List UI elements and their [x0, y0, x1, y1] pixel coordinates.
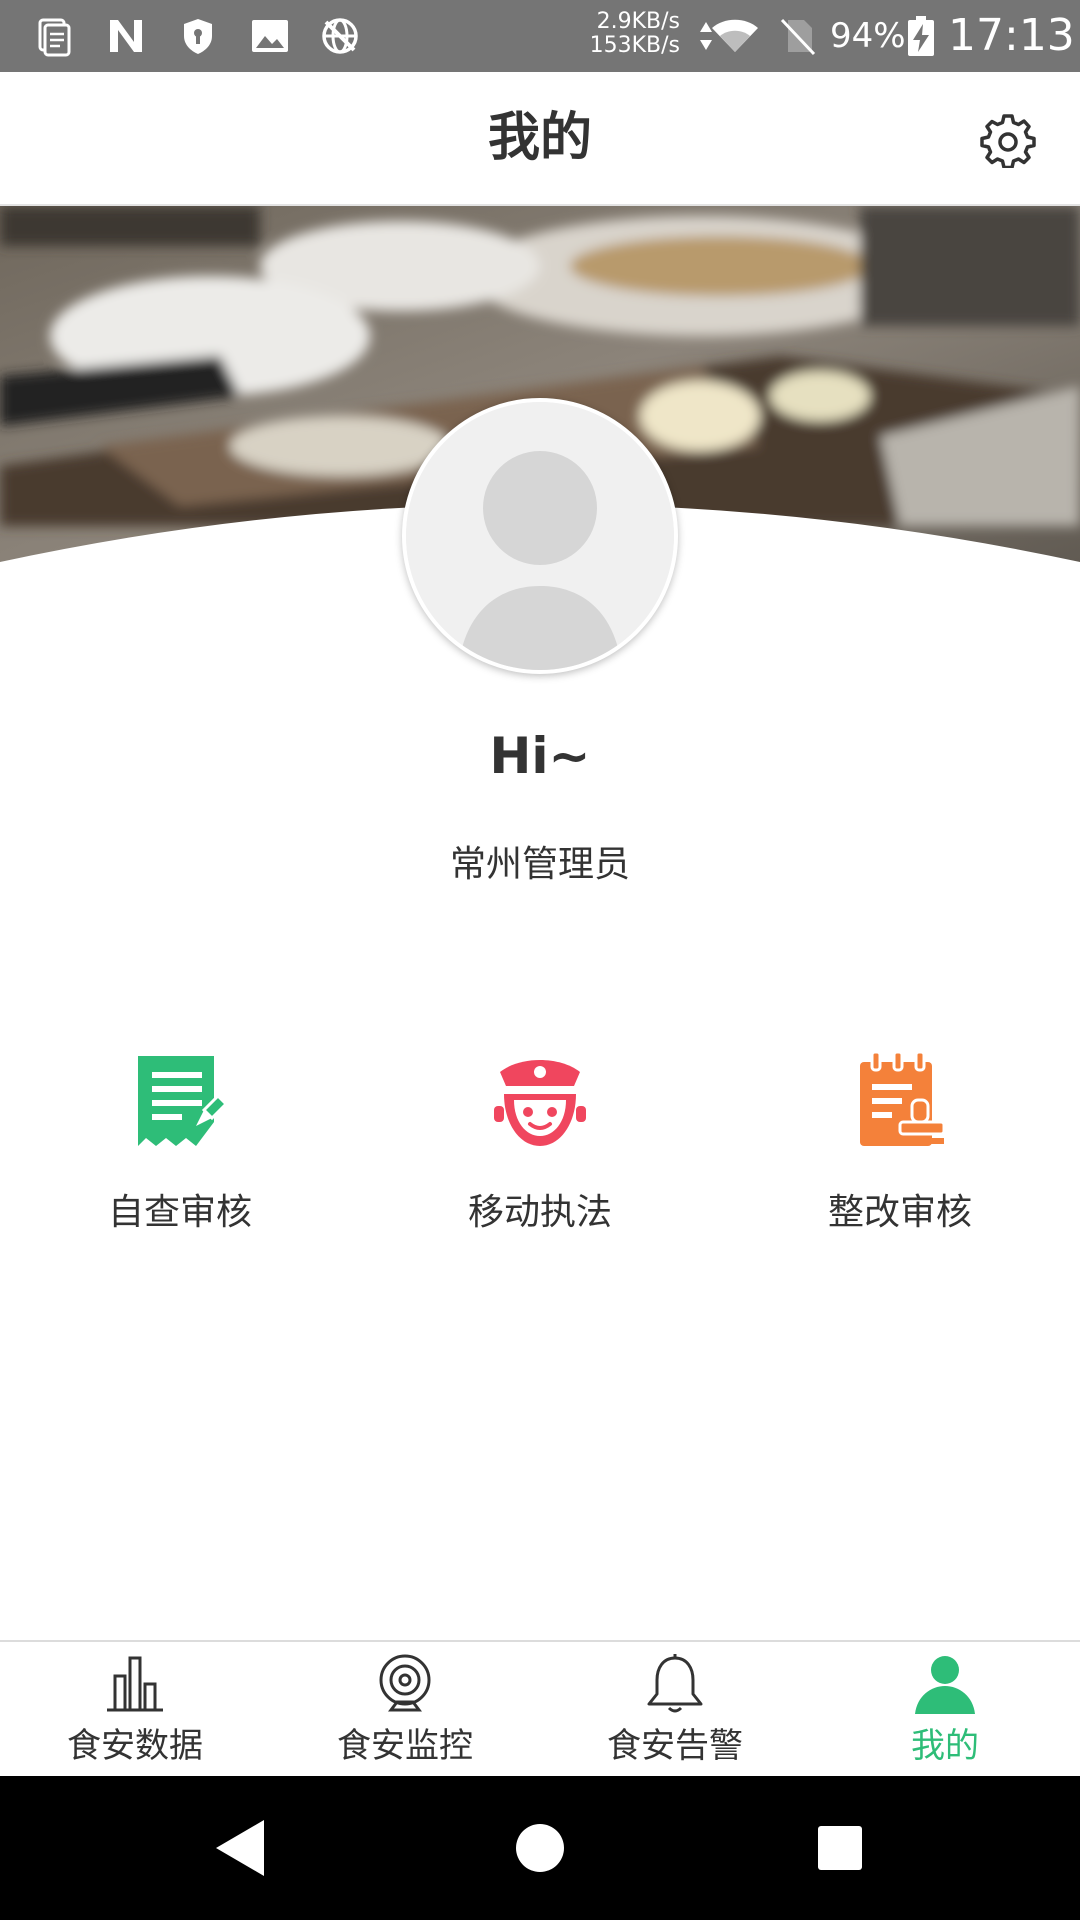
webcam-icon: [379, 1654, 431, 1712]
nav-item-food-monitor[interactable]: 食安监控: [270, 1642, 540, 1778]
network-speed: 2.9KB/s 153KB/s: [570, 10, 680, 58]
shield-icon: [184, 19, 212, 54]
avatar[interactable]: [402, 398, 678, 674]
upload-speed: 2.9KB/s: [596, 9, 680, 34]
bell-icon: [647, 1654, 703, 1713]
user-icon: [915, 1656, 975, 1714]
feature-label: 自查审核: [107, 1192, 252, 1233]
user-role: 常州管理员: [449, 844, 630, 885]
feature-rectify-review[interactable]: 整改审核: [720, 1050, 1080, 1250]
page-title: 我的: [487, 108, 592, 168]
feature-label: 整改审核: [827, 1192, 972, 1233]
default-user-icon: [406, 402, 674, 670]
feature-self-check[interactable]: 自查审核: [0, 1050, 360, 1250]
police-officer-icon: [494, 1060, 586, 1146]
nav-label: 食安告警: [607, 1726, 743, 1766]
greeting-text: Hi~: [489, 727, 591, 785]
status-bar: 2.9KB/s 153KB/s 94% 17:13: [0, 0, 1080, 72]
feature-label: 移动执法: [467, 1192, 612, 1233]
app-header: 我的: [0, 72, 1080, 206]
rectify-stamp-icon: [860, 1050, 946, 1146]
nav-label: 我的: [911, 1726, 979, 1766]
nav-item-mine[interactable]: 我的: [810, 1642, 1080, 1778]
recents-icon[interactable]: [808, 1816, 872, 1880]
battery-percent: 94%: [830, 16, 906, 56]
self-check-doc-icon: [138, 1056, 229, 1146]
download-speed: 153KB/s: [589, 33, 680, 58]
image-icon: [252, 20, 288, 52]
document-icon: [38, 18, 71, 57]
wifi-icon: [712, 19, 758, 52]
nav-item-food-alerts[interactable]: 食安告警: [540, 1642, 810, 1778]
gear-icon[interactable]: [980, 112, 1036, 168]
bottom-navigation: 食安数据 食安监控 食安告警 我的: [0, 1640, 1080, 1778]
nav-item-food-data[interactable]: 食安数据: [0, 1642, 270, 1778]
home-icon[interactable]: [508, 1816, 572, 1880]
feature-mobile-enforcement[interactable]: 移动执法: [360, 1050, 720, 1250]
bar-chart-icon: [107, 1656, 163, 1712]
no-network-icon: [322, 18, 358, 54]
nav-label: 食安数据: [67, 1726, 203, 1766]
n-logo-icon: [110, 20, 142, 52]
system-navigation-bar: [0, 1776, 1080, 1920]
battery-charging-icon: [908, 16, 934, 56]
nav-label: 食安监控: [337, 1726, 473, 1766]
clock: 17:13: [948, 10, 1075, 61]
back-icon[interactable]: [208, 1816, 272, 1880]
no-sim-icon: [780, 18, 816, 56]
